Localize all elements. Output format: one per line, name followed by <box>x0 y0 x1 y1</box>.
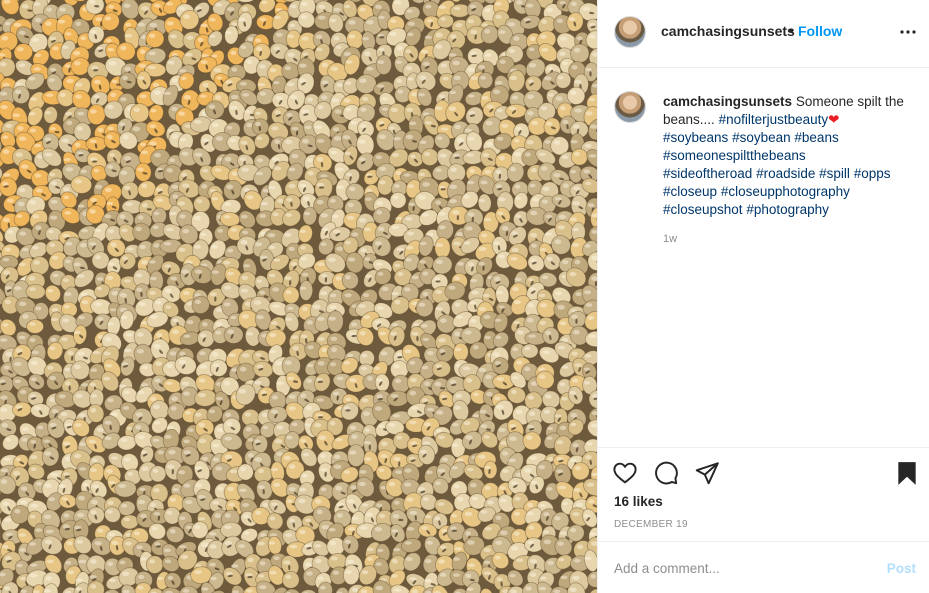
author-username[interactable]: camchasingsunsets <box>661 23 795 39</box>
hashtag-link[interactable]: #opps <box>854 166 891 181</box>
author-avatar[interactable] <box>614 16 646 48</box>
hashtag-link[interactable]: #spill <box>819 166 850 181</box>
comment-input[interactable] <box>614 556 864 580</box>
comment-bubble-icon[interactable] <box>653 460 679 486</box>
hashtag-link[interactable]: #soybeans <box>663 130 728 145</box>
post-sidebar: camchasingsunsets • Follow camchasingsun… <box>597 0 929 593</box>
hashtag-link[interactable]: #closeupshot <box>663 202 743 217</box>
red-heart-emoji: ❤ <box>828 112 840 127</box>
post-photo[interactable] <box>0 0 597 593</box>
follow-button[interactable]: Follow <box>798 23 842 39</box>
hashtag-link[interactable]: #closeupphotography <box>721 184 850 199</box>
caption-text: camchasingsunsets Someone spilt the bean… <box>663 93 913 219</box>
separator-dot: • <box>789 22 794 38</box>
comment-bar: Post <box>598 541 929 593</box>
more-options-icon[interactable] <box>898 22 918 42</box>
caption-username[interactable]: camchasingsunsets <box>663 94 792 109</box>
hashtag-link[interactable]: #nofilterjustbeauty <box>719 112 829 127</box>
hashtag-link[interactable]: #beans <box>794 130 838 145</box>
post-comment-button[interactable]: Post <box>887 561 916 576</box>
hashtag-list: #soybeans #soybean #beans #someonespiltth… <box>663 130 890 217</box>
hashtag-link[interactable]: #soybean <box>732 130 791 145</box>
post-date[interactable]: December 19 <box>614 519 688 530</box>
hashtag-link[interactable]: #roadside <box>756 166 815 181</box>
heart-outline-icon[interactable] <box>612 460 638 486</box>
post-header: camchasingsunsets • Follow <box>598 0 929 68</box>
hashtag-link[interactable]: #someonespiltthebeans <box>663 148 806 163</box>
bookmark-filled-icon[interactable] <box>894 460 920 486</box>
hashtag-link[interactable]: #sideoftheroad <box>663 166 752 181</box>
hashtag-link[interactable]: #closeup <box>663 184 717 199</box>
paper-plane-icon[interactable] <box>694 460 720 486</box>
caption-avatar[interactable] <box>614 91 646 123</box>
caption-timestamp[interactable]: 1w <box>663 233 677 245</box>
soybeans-image <box>0 0 597 593</box>
hashtag-link[interactable]: #photography <box>746 202 829 217</box>
likes-count[interactable]: 16 likes <box>614 494 663 509</box>
action-bar: 16 likes December 19 <box>598 447 929 541</box>
post-dialog: camchasingsunsets • Follow camchasingsun… <box>0 0 929 593</box>
